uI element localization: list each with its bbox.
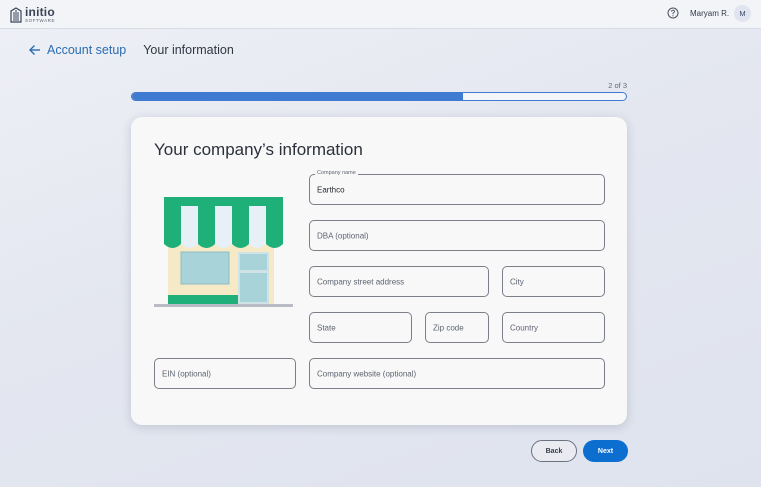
- city-field[interactable]: City: [502, 266, 605, 297]
- company-street-address-field[interactable]: Company street address: [309, 266, 489, 297]
- user-name[interactable]: Maryam R.: [690, 9, 729, 18]
- breadcrumb-current-page: Your information: [143, 43, 234, 57]
- company-website-field[interactable]: Company website (optional): [309, 358, 605, 389]
- progress-bar: [131, 92, 627, 101]
- ein-field[interactable]: EIN (optional): [154, 358, 296, 389]
- zip-placeholder: Zip code: [433, 323, 464, 332]
- breadcrumb: Account setup Your information: [28, 43, 234, 57]
- initio-logo-mark-icon: [10, 7, 22, 23]
- dba-placeholder: DBA (optional): [317, 231, 369, 240]
- street-placeholder: Company street address: [317, 277, 405, 286]
- website-placeholder: Company website (optional): [317, 369, 417, 378]
- logo-subtitle: SOFTWARE: [25, 18, 56, 23]
- zip-code-field[interactable]: Zip code: [425, 312, 489, 343]
- top-bar: initio SOFTWARE Maryam R. M: [0, 0, 761, 29]
- progress-bar-fill: [132, 93, 463, 100]
- country-placeholder: Country: [510, 323, 539, 332]
- avatar[interactable]: M: [734, 5, 751, 22]
- company-name-value: Earthco: [317, 185, 345, 194]
- city-placeholder: City: [510, 277, 524, 286]
- state-placeholder: State: [317, 323, 336, 332]
- help-circle-icon[interactable]: [667, 7, 679, 19]
- breadcrumb-account-setup-link[interactable]: Account setup: [47, 43, 126, 57]
- dba-field[interactable]: DBA (optional): [309, 220, 605, 251]
- initio-logo[interactable]: initio SOFTWARE: [10, 6, 55, 24]
- logo-name: initio: [25, 5, 55, 19]
- state-field[interactable]: State: [309, 312, 412, 343]
- company-name-field[interactable]: Company name Earthco: [309, 170, 605, 205]
- storefront-illustration: [154, 197, 293, 307]
- ein-placeholder: EIN (optional): [162, 369, 211, 378]
- next-button[interactable]: Next: [583, 440, 628, 462]
- back-button[interactable]: Back: [531, 440, 577, 462]
- country-field[interactable]: Country: [502, 312, 605, 343]
- page-title: Your company’s information: [154, 140, 363, 159]
- step-indicator: 2 of 3: [608, 81, 627, 90]
- arrow-left-icon[interactable]: [28, 44, 41, 56]
- company-name-label: Company name: [315, 170, 358, 176]
